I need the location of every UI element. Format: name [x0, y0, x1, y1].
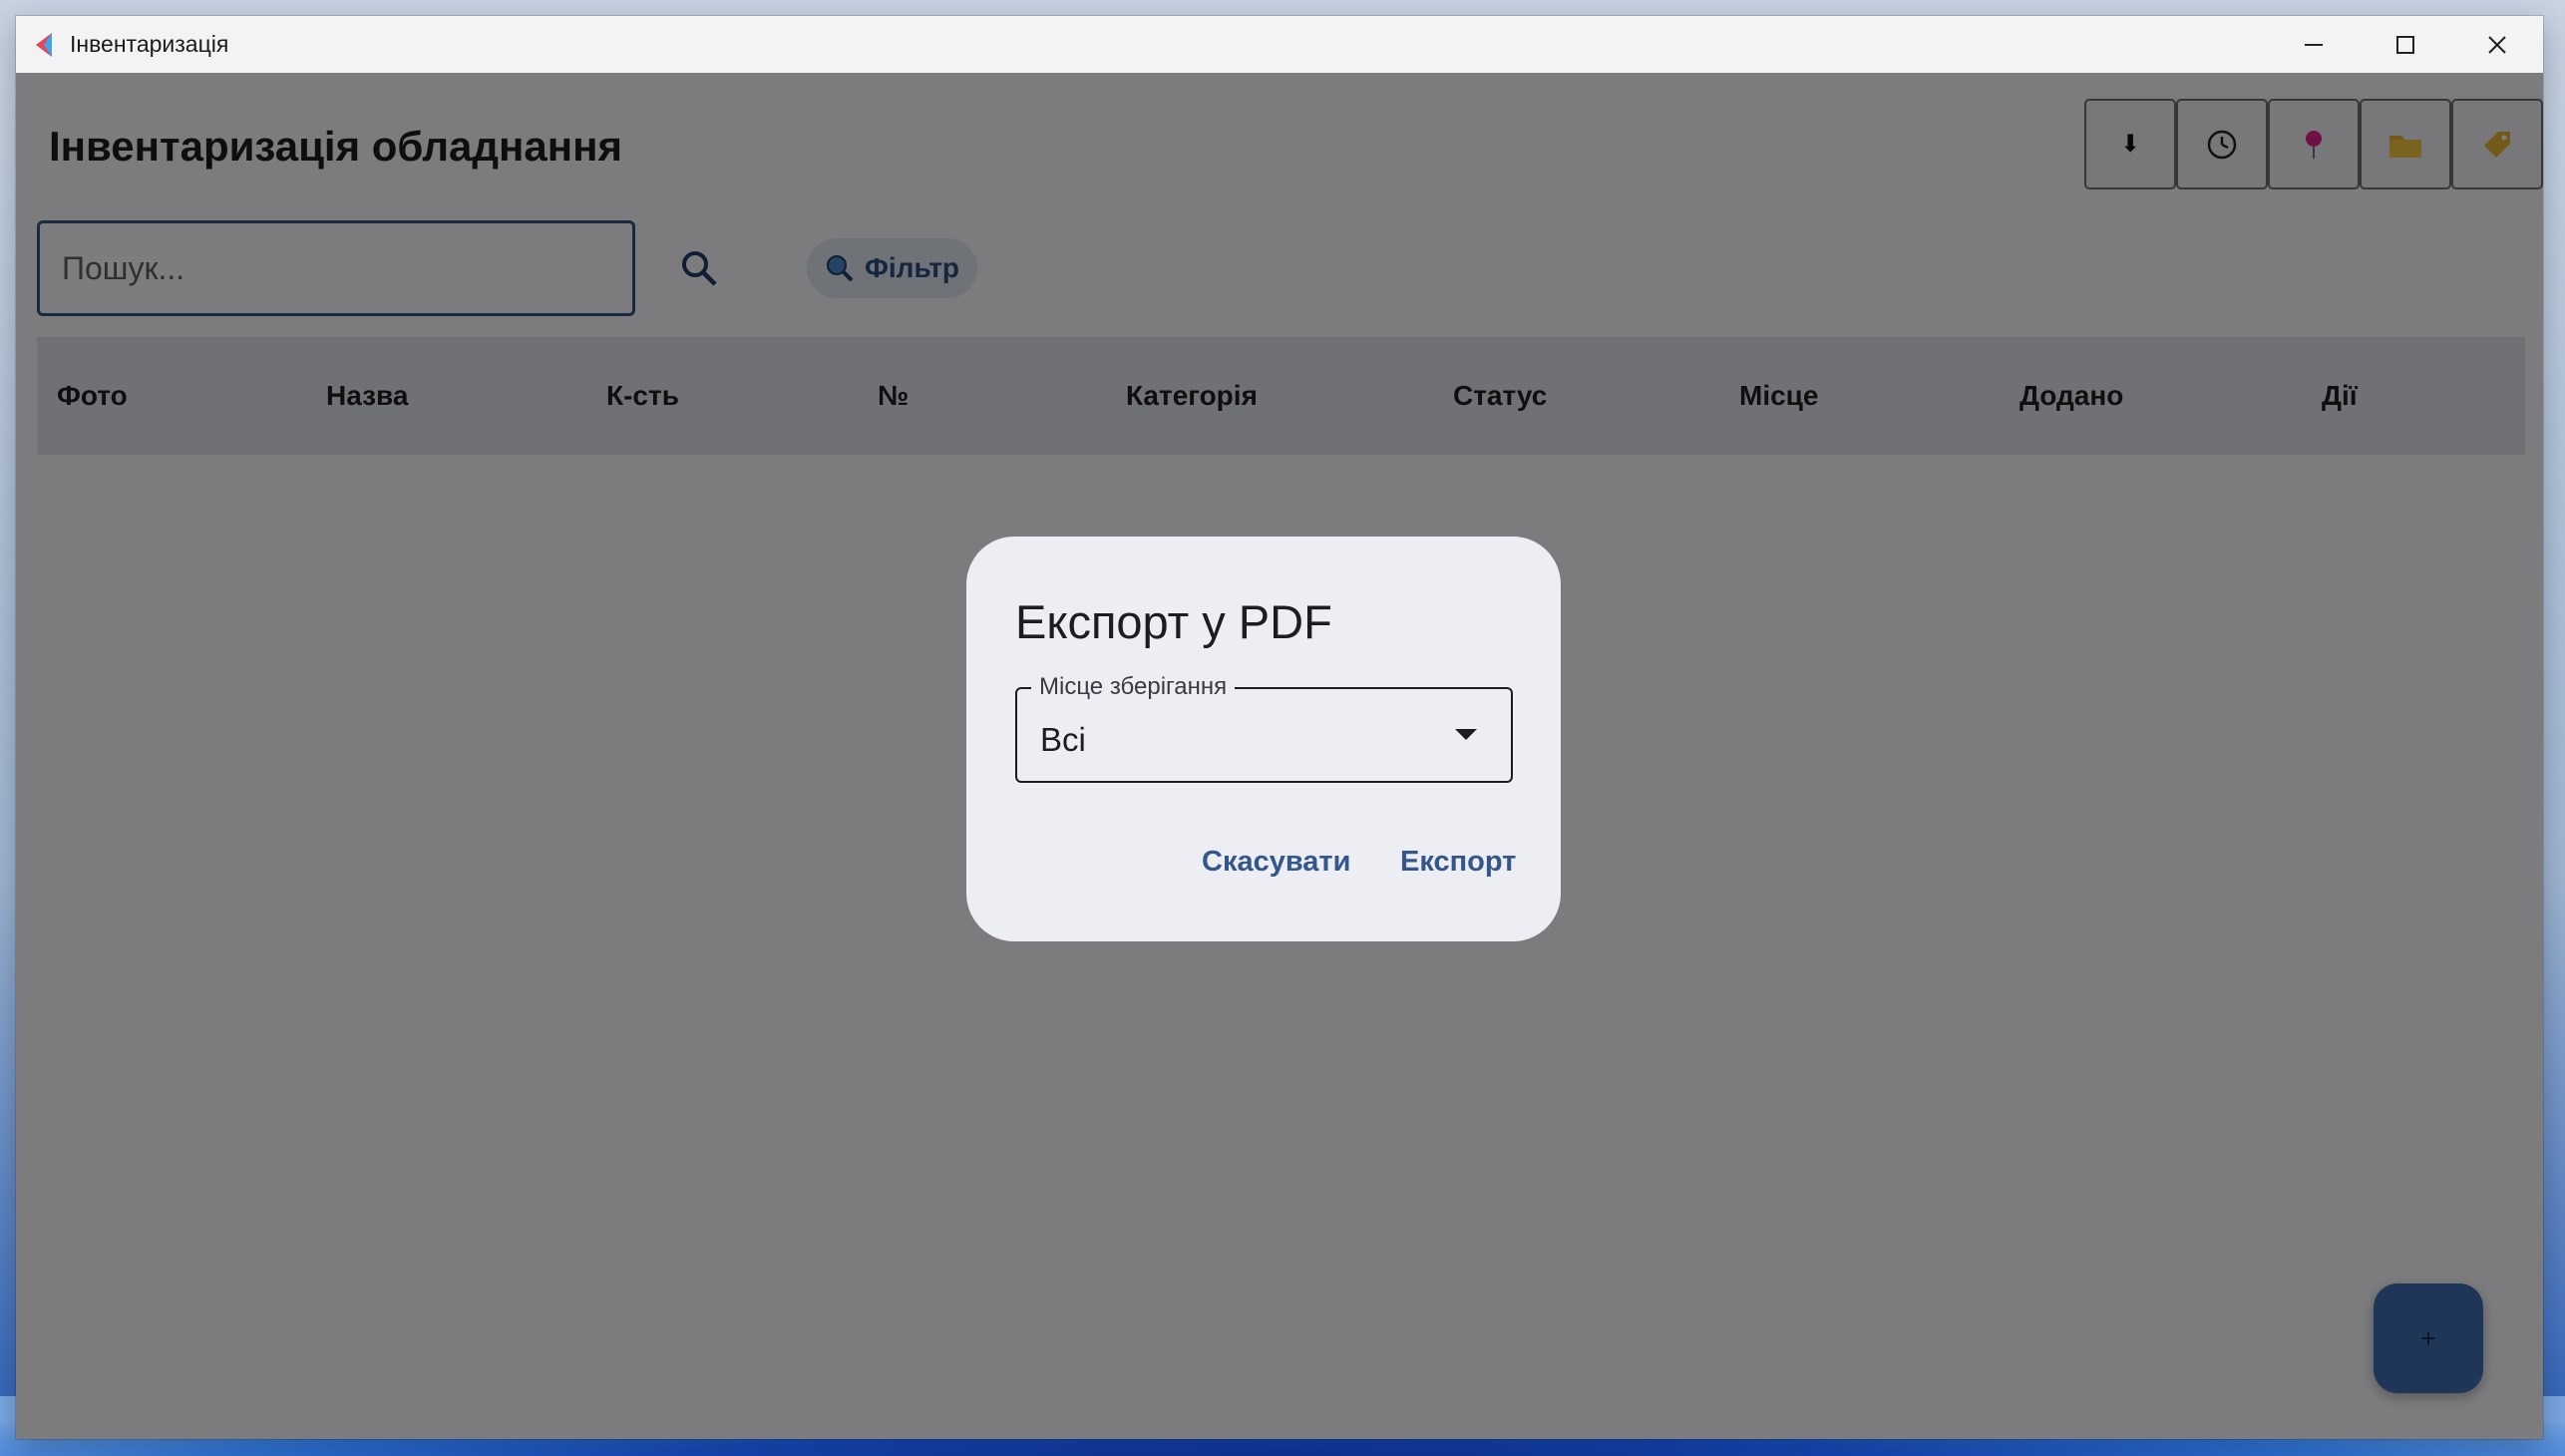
maximize-icon — [2396, 35, 2414, 54]
window-controls — [2268, 16, 2543, 73]
minimize-icon — [2305, 43, 2323, 46]
dialog-title: Експорт у PDF — [1015, 595, 1332, 648]
storage-location-label: Місце зберігання — [1031, 673, 1236, 701]
cancel-button[interactable]: Скасувати — [1202, 846, 1350, 879]
minimize-button[interactable] — [2268, 16, 2360, 73]
maximize-button[interactable] — [2360, 16, 2451, 73]
close-button[interactable] — [2451, 16, 2543, 73]
dropdown-arrow-icon — [1455, 729, 1477, 740]
window-title: Інвентаризація — [70, 31, 229, 57]
export-pdf-dialog: Експорт у PDF Місце зберігання Всі Скасу… — [966, 537, 1561, 941]
export-button[interactable]: Експорт — [1400, 846, 1516, 879]
storage-location-value: Всі — [1040, 721, 1086, 758]
title-bar: Інвентаризація — [16, 16, 2543, 73]
close-icon — [2488, 35, 2506, 54]
app-logo-icon — [32, 31, 56, 59]
storage-location-select[interactable]: Місце зберігання Всі — [1015, 673, 1513, 783]
